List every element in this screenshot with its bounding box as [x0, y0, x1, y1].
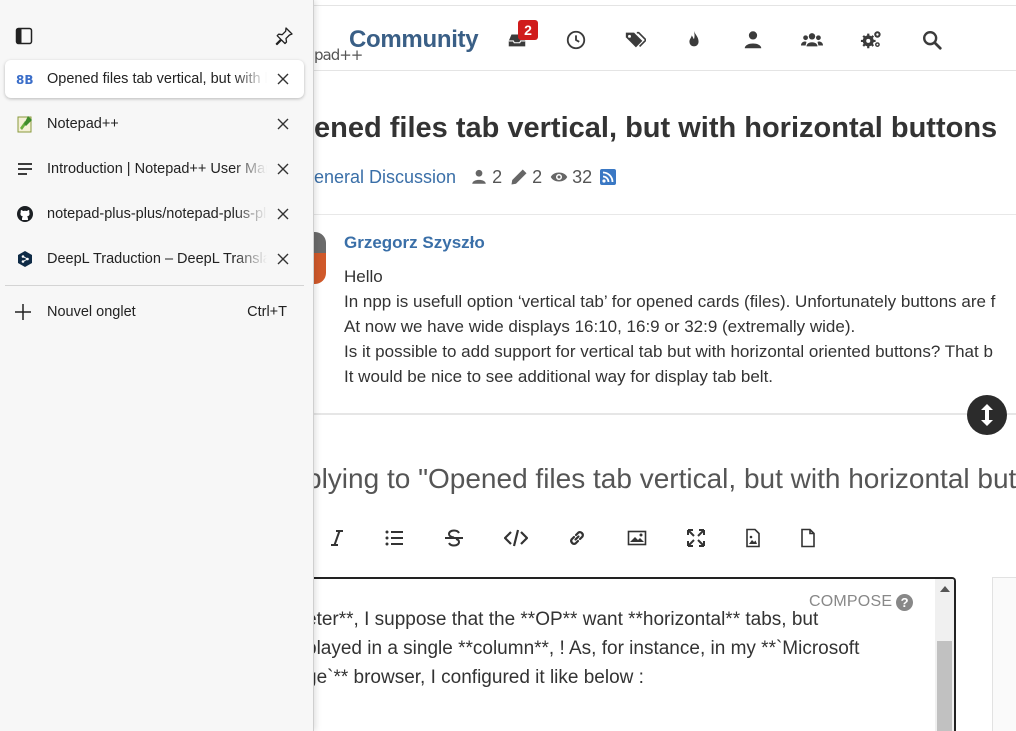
forum-header: pad++ Community 2 [314, 5, 1016, 71]
close-tab-icon[interactable] [275, 116, 291, 132]
close-tab-icon[interactable] [275, 71, 291, 87]
editor-text-line: ge`** browser, I configured it like belo… [314, 667, 644, 688]
composer-title: plying to "Opened files tab vertical, bu… [314, 463, 1016, 494]
tabs-divider [5, 285, 304, 286]
posters-count: 2 [492, 166, 503, 187]
tags-icon[interactable] [624, 29, 646, 51]
post-text-line: Is it possible to add support for vertic… [344, 342, 993, 361]
avatar[interactable] [314, 232, 326, 284]
posts-count: 2 [532, 166, 543, 187]
topic-meta: eneral Discussion 2 2 32 [314, 166, 617, 188]
fullscreen-icon[interactable] [684, 526, 708, 550]
file-image-icon[interactable] [741, 526, 765, 550]
notepad-plus-plus-icon [16, 115, 34, 133]
file-upload-icon[interactable] [796, 526, 820, 550]
close-tab-icon[interactable] [275, 251, 291, 267]
post-text-line: It would be nice to see additional way f… [344, 367, 774, 386]
editor-scrollbar[interactable] [935, 579, 954, 731]
post-text-line: In npp is usefull option ‘vertical tab’ … [344, 292, 996, 311]
views-count: 32 [572, 166, 593, 187]
scroll-up-arrow-icon[interactable] [940, 586, 950, 592]
admin-icon[interactable] [860, 29, 882, 51]
search-icon[interactable] [921, 29, 943, 51]
tab-title: Introduction | Notepad++ User Manual [47, 161, 267, 177]
composer-divider [314, 413, 1016, 415]
tab-item[interactable]: notepad-plus-plus/notepad-plus-plus [5, 195, 304, 233]
tab-title: DeepL Traduction – DeepL Translate [47, 251, 267, 267]
resize-composer-button[interactable] [967, 395, 1007, 435]
post-author[interactable]: Grzegorz Szyszło [344, 233, 485, 253]
tab-title: Opened files tab vertical, but with hori… [47, 71, 267, 87]
tab-item[interactable]: Introduction | Notepad++ User Manual [5, 150, 304, 188]
popular-icon[interactable] [683, 29, 705, 51]
groups-icon[interactable] [801, 29, 823, 51]
bulleted-list-icon[interactable] [382, 526, 406, 550]
compose-label: COMPOSE [809, 593, 893, 610]
help-icon[interactable]: ? [896, 593, 914, 611]
vertical-tabs-panel: 8B Opened files tab vertical, but with h… [0, 0, 314, 731]
editor-text-line: played in a single **column**, ! As, for… [314, 638, 860, 659]
pencil-icon [511, 169, 527, 185]
scrollbar-thumb[interactable] [937, 641, 952, 731]
header-divider [314, 214, 1016, 215]
recent-icon[interactable] [565, 29, 587, 51]
tab-actions-menu-icon[interactable] [12, 24, 36, 48]
image-icon[interactable] [625, 526, 649, 550]
tab-title: Notepad++ [47, 116, 119, 132]
italic-icon[interactable] [325, 526, 349, 550]
editor-text-line: eter**, I suppose that the **OP** want *… [314, 609, 819, 630]
pin-panel-icon[interactable] [272, 24, 296, 48]
compose-help[interactable]: COMPOSE ? [809, 593, 914, 611]
preview-pane [992, 577, 1016, 731]
rss-icon[interactable] [600, 169, 617, 185]
svg-text:8B: 8B [16, 73, 34, 87]
post-text-line: At now we have wide displays 16:10, 16:9… [344, 317, 856, 336]
user-icon[interactable] [742, 29, 764, 51]
deepl-icon [16, 250, 34, 268]
new-tab-shortcut: Ctrl+T [247, 304, 287, 320]
new-tab-label: Nouvel onglet [47, 304, 136, 320]
plus-icon [15, 304, 31, 320]
tab-title: notepad-plus-plus/notepad-plus-plus [47, 206, 267, 222]
close-tab-icon[interactable] [275, 161, 291, 177]
eye-icon [550, 172, 568, 182]
new-tab-button[interactable]: Nouvel onglet Ctrl+T [13, 300, 293, 324]
code-icon[interactable] [504, 526, 528, 550]
composer-editor[interactable]: COMPOSE ? eter**, I suppose that the **O… [314, 577, 956, 731]
vertical-arrows-icon [981, 404, 993, 426]
strikethrough-icon[interactable] [442, 526, 466, 550]
tab-item[interactable]: 8B Opened files tab vertical, but with h… [5, 60, 304, 98]
category-link[interactable]: eneral Discussion [314, 167, 456, 188]
brand-title[interactable]: Community [349, 26, 479, 54]
posters-stat: 2 [470, 167, 502, 188]
nodebb-icon: 8B [16, 70, 34, 88]
notifications-icon[interactable]: 2 [506, 20, 538, 51]
views-stat: 32 [550, 167, 592, 188]
lines-icon [16, 160, 34, 178]
tab-item[interactable]: Notepad++ [5, 105, 304, 143]
topic-title: ened files tab vertical, but with horizo… [314, 112, 998, 144]
poster-icon [472, 169, 486, 184]
notification-badge: 2 [518, 20, 538, 40]
forum-page: pad++ Community 2 ened files tab vertica… [314, 0, 1016, 731]
posts-stat: 2 [510, 167, 542, 188]
close-tab-icon[interactable] [275, 206, 291, 222]
post-text-line: Hello [344, 267, 383, 286]
tab-item[interactable]: DeepL Traduction – DeepL Translate [5, 240, 304, 278]
github-icon [16, 205, 34, 223]
link-icon[interactable] [565, 526, 589, 550]
